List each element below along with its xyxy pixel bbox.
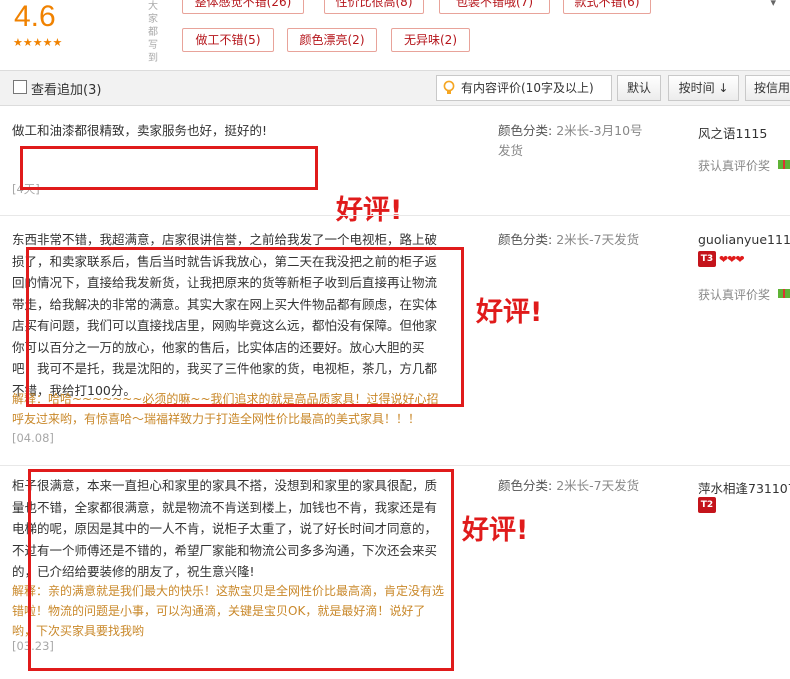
reviewer-name[interactable]: guolianyue1118: [698, 232, 790, 247]
impression-tag[interactable]: 包装不错哦(7): [439, 0, 550, 14]
sort-default-button[interactable]: 默认: [617, 75, 661, 101]
meta-value: 2米长-7天发货: [556, 478, 640, 493]
annotation-box: [28, 469, 454, 671]
sort-credit-button[interactable]: 按信用: [745, 75, 790, 101]
content-filter[interactable]: 有内容评价(10字及以上): [436, 75, 612, 101]
gift-icon: [778, 289, 790, 298]
append-checkbox[interactable]: [13, 80, 27, 94]
verified-badge-label: 获认真评价奖: [698, 288, 771, 302]
review-meta: 颜色分类: 2米长-7天发货: [498, 230, 688, 250]
review-meta: 颜色分类: 2米长-7天发货: [498, 476, 688, 496]
review-meta: 颜色分类: 2米长-3月10号 发货: [498, 121, 688, 161]
buyer-level-badge: T3: [698, 251, 716, 267]
buyer-level-badge: T2: [698, 497, 716, 513]
review-divider: [0, 465, 790, 466]
impression-tag[interactable]: 款式不错(6): [563, 0, 651, 14]
meta-value: 2米长-7天发货: [556, 232, 640, 247]
reviewer-name[interactable]: 风之语1115: [698, 123, 767, 142]
annotation-good-label: 好评!: [336, 195, 403, 226]
heart-rating-icon: ❤❤❤: [719, 253, 745, 266]
verified-badge-label: 获认真评价奖: [698, 159, 771, 173]
gift-icon: [778, 160, 790, 169]
content-filter-label: 有内容评价(10字及以上): [461, 81, 594, 95]
impression-label: 大家都写到: [148, 1, 158, 64]
meta-label: 颜色分类:: [498, 232, 553, 247]
meta-value-line2: 发货: [498, 143, 524, 158]
review-toolbar: 查看追加(3) 有内容评价(10字及以上) 默认 按时间 ↓ 按信用: [0, 70, 790, 106]
review-date: [04.08]: [12, 431, 54, 445]
impression-tag[interactable]: 颜色漂亮(2): [287, 28, 377, 52]
meta-label: 颜色分类:: [498, 478, 553, 493]
annotation-box: [20, 146, 318, 190]
append-label[interactable]: 查看追加(3): [31, 79, 101, 98]
impression-tag[interactable]: 无异味(2): [391, 28, 470, 52]
annotation-good-label: 好评!: [476, 297, 543, 328]
sort-time-button[interactable]: 按时间 ↓: [668, 75, 739, 101]
review-divider: [0, 215, 790, 216]
meta-value: 2米长-3月10号: [556, 123, 643, 138]
impression-tag[interactable]: 做工不错(5): [182, 28, 274, 52]
meta-label: 颜色分类:: [498, 123, 553, 138]
impression-tag[interactable]: 性价比很高(8): [324, 0, 424, 14]
rating-score: 4.6: [14, 0, 56, 33]
annotation-box: [26, 247, 464, 407]
chevron-down-icon[interactable]: ▾: [770, 0, 776, 9]
review-text: 做工和油漆都很精致，卖家服务也好，挺好的!: [12, 123, 268, 138]
lightbulb-icon: [443, 80, 455, 94]
reviewer-name[interactable]: 萍水相逢731107: [698, 478, 790, 497]
impression-tag[interactable]: 整体感觉不错(26): [182, 0, 304, 14]
annotation-good-label: 好评!: [462, 515, 529, 546]
rating-stars: ★★★★★: [13, 36, 63, 49]
